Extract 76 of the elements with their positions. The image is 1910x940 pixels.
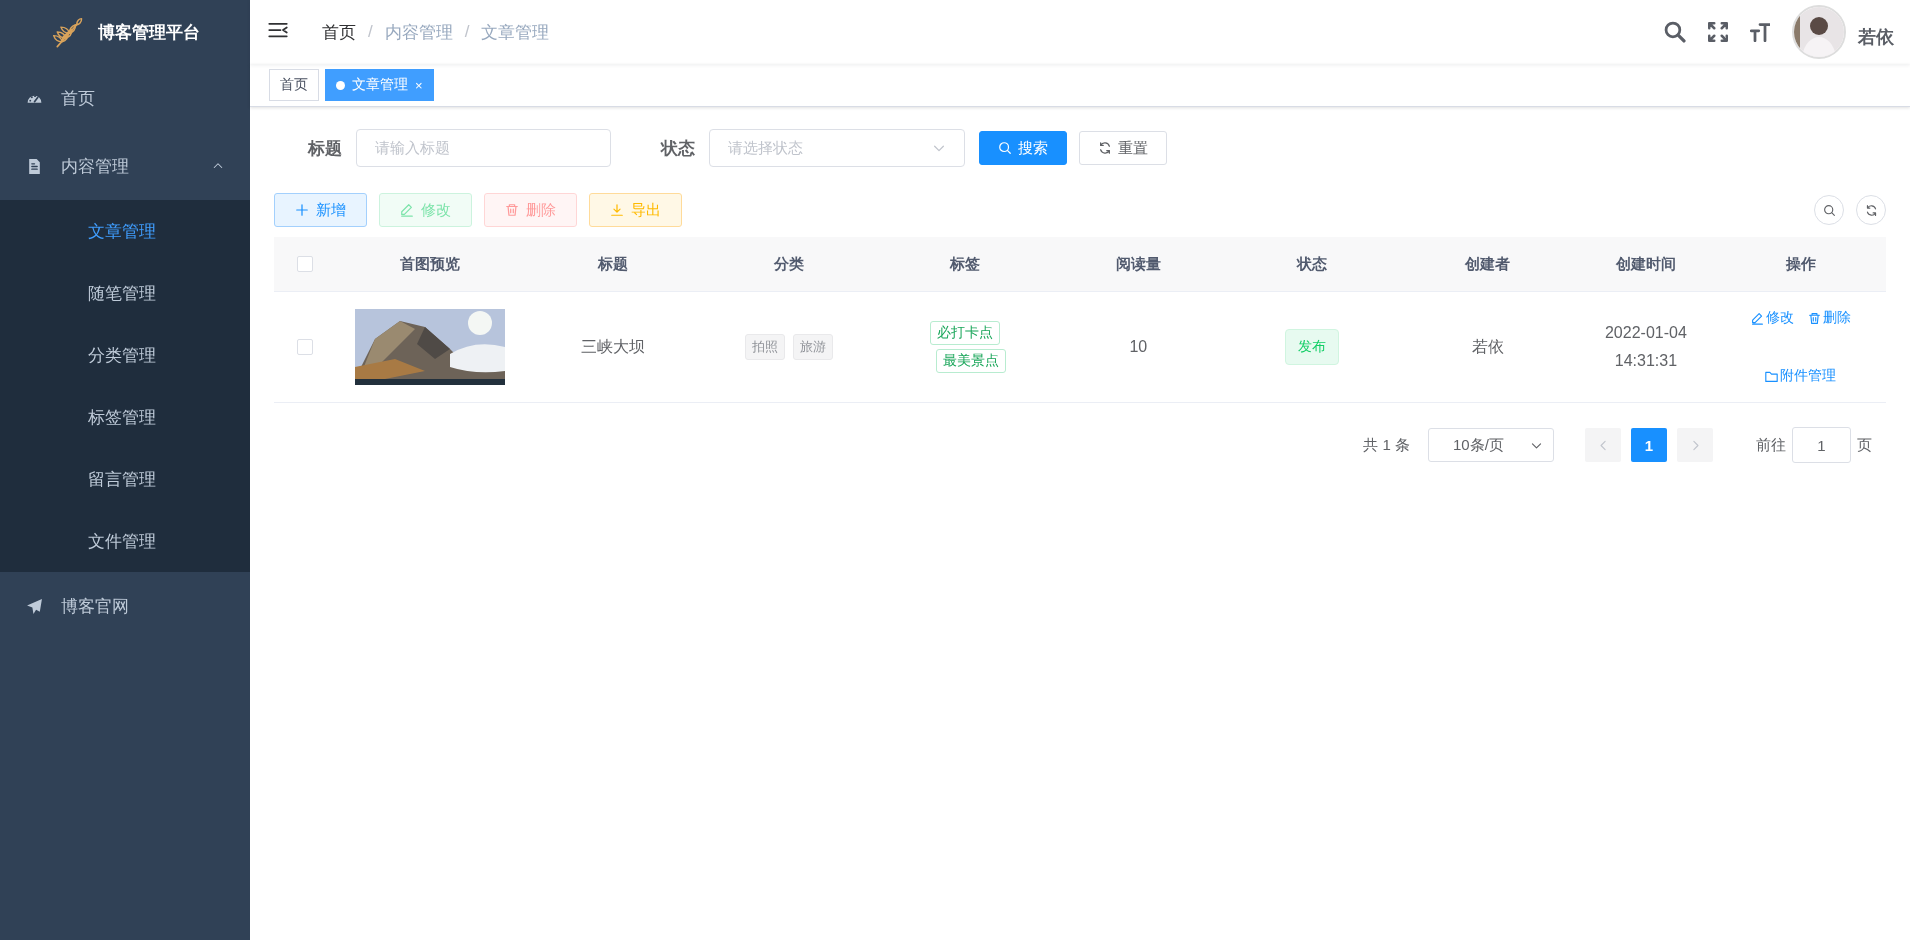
pencil-icon xyxy=(400,203,414,217)
refresh-button[interactable] xyxy=(1856,195,1886,225)
breadcrumb-item[interactable]: 首页 xyxy=(322,20,356,44)
tag-label: 必打卡点 xyxy=(930,321,1001,345)
sidebar-item[interactable]: 博客官网 xyxy=(0,572,250,640)
row-checkbox[interactable] xyxy=(297,339,313,355)
sidebar-item[interactable]: 首页 xyxy=(0,64,250,132)
username[interactable]: 若依 xyxy=(1858,25,1894,49)
breadcrumb-separator: / xyxy=(464,22,470,42)
close-icon[interactable]: × xyxy=(415,77,423,93)
reset-button[interactable]: 重置 xyxy=(1079,131,1167,165)
search-button[interactable]: 搜索 xyxy=(979,131,1067,165)
action-link[interactable]: 修改 xyxy=(1750,309,1794,327)
search-icon xyxy=(1822,203,1836,217)
column-header: 创建时间 xyxy=(1615,254,1676,274)
page-size-select[interactable]: 10条/页 xyxy=(1428,428,1554,462)
tab[interactable]: 文章管理 × xyxy=(325,69,434,101)
column-header: 首图预览 xyxy=(400,254,461,274)
page-unit: 页 xyxy=(1857,435,1872,455)
refresh-icon xyxy=(1864,203,1878,217)
sidebar-subitem[interactable]: 标签管理 xyxy=(0,386,250,448)
pencil-icon xyxy=(1750,311,1764,325)
tag-label: 最美景点 xyxy=(936,349,1007,373)
page-input[interactable]: 1 xyxy=(1792,427,1851,463)
table-cell-text: 三峡大坝 xyxy=(580,336,645,357)
sidebar-item[interactable]: 内容管理 xyxy=(0,132,250,200)
trash-icon xyxy=(1807,311,1821,325)
folder-icon xyxy=(1765,369,1779,383)
select-all-checkbox[interactable] xyxy=(297,256,313,272)
field-label: 标题 xyxy=(308,137,342,160)
search-icon xyxy=(1664,21,1686,43)
table-cell-text: 若依 xyxy=(1471,336,1504,357)
toolbar-button[interactable]: 新增 xyxy=(274,193,367,227)
page-number[interactable]: 1 xyxy=(1631,428,1667,462)
fullscreen-icon xyxy=(1708,22,1728,42)
sidebar-subitem[interactable]: 文件管理 xyxy=(0,510,250,572)
plus-icon xyxy=(295,203,309,217)
active-dot xyxy=(336,80,345,90)
font-size-icon xyxy=(1750,22,1770,42)
column-header: 标签 xyxy=(950,254,981,274)
column-header: 阅读量 xyxy=(1115,254,1161,274)
download-icon xyxy=(610,203,624,217)
wheat-icon xyxy=(50,15,84,49)
goto-label: 前往 xyxy=(1756,435,1786,455)
sidebar-subitem[interactable]: 文章管理 xyxy=(0,200,250,262)
total-count: 共 1 条 xyxy=(1363,435,1410,455)
logo-title: 博客管理平台 xyxy=(98,21,200,44)
tab[interactable]: 首页 xyxy=(269,69,319,101)
column-header: 分类 xyxy=(773,254,804,274)
search-icon xyxy=(998,141,1012,155)
menu-icon xyxy=(268,20,288,40)
category-tag: 旅游 xyxy=(792,334,833,360)
column-header: 操作 xyxy=(1785,254,1816,274)
trash-icon xyxy=(505,203,519,217)
action-link[interactable]: 附件管理 xyxy=(1765,367,1837,385)
sidebar-subitem[interactable]: 分类管理 xyxy=(0,324,250,386)
table-cell: 10 xyxy=(1129,338,1148,356)
prev-page-button[interactable] xyxy=(1585,428,1621,462)
column-header: 创建者 xyxy=(1465,254,1511,274)
column-header: 标题 xyxy=(597,254,628,274)
avatar[interactable] xyxy=(1792,5,1846,59)
breadcrumb-item: 文章管理 xyxy=(481,21,550,44)
refresh-icon xyxy=(1098,141,1112,155)
next-page-button[interactable] xyxy=(1677,428,1713,462)
field-label: 状态 xyxy=(661,137,695,160)
search-toggle-button[interactable] xyxy=(1814,195,1844,225)
column-header: 状态 xyxy=(1296,254,1327,274)
category-tag: 拍照 xyxy=(744,334,785,360)
breadcrumb-separator: / xyxy=(368,22,373,42)
document-icon xyxy=(26,157,43,175)
table-cell-text: 2022-01-04 14:31:31 xyxy=(1603,323,1688,371)
action-link[interactable]: 删除 xyxy=(1807,309,1851,327)
sidebar-subitem[interactable]: 留言管理 xyxy=(0,448,250,510)
paper-plane-icon xyxy=(26,597,43,615)
sidebar-subitem[interactable]: 随笔管理 xyxy=(0,262,250,324)
status-tag: 发布 xyxy=(1284,329,1339,365)
